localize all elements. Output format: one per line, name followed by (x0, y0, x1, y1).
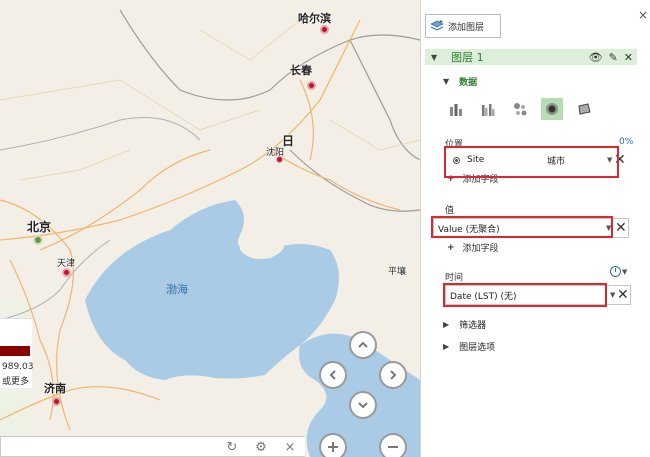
value-label: 值 (445, 206, 455, 216)
layers-icon (430, 20, 444, 31)
remove-time-field-icon[interactable]: ✕ (617, 288, 629, 302)
value-highlight (431, 216, 613, 238)
zoom-out-button[interactable] (379, 433, 407, 457)
time-settings-dropdown-icon: ▼ (622, 267, 628, 276)
add-layer-button[interactable]: 添加图层 (425, 14, 501, 38)
city-label-changchun: 长春 (290, 64, 312, 77)
chevron-up-icon (358, 341, 368, 348)
time-label: 时间 (445, 273, 464, 283)
zoom-in-button[interactable] (319, 433, 347, 457)
data-section-toggle[interactable]: ▼ 数据 (443, 75, 477, 88)
close-icon[interactable]: × (283, 441, 297, 455)
legend-color-bar (0, 346, 30, 356)
heatmap-icon (546, 103, 558, 115)
city-marker-changchun[interactable] (307, 81, 316, 90)
city-label-jinan: 济南 (44, 382, 66, 395)
pencil-icon[interactable]: ✎ (609, 51, 618, 64)
pan-right-button[interactable] (379, 361, 407, 389)
visualization-type-picker (445, 98, 595, 120)
map-canvas[interactable]: 哈尔滨 长春 日 沈阳 北京 天津 济南 平壤 渤海 989.03 或更多 ↻ … (0, 0, 420, 457)
layer-options-toggle[interactable]: ▶ 图层选项 (443, 340, 495, 353)
chevron-right-icon (390, 370, 397, 380)
delete-layer-icon[interactable]: ✕ (624, 51, 633, 64)
sea-label-bohai: 渤海 (166, 283, 188, 296)
minus-icon (388, 446, 398, 448)
city-marker-jinan[interactable] (52, 397, 61, 406)
remove-value-field-icon[interactable]: ✕ (615, 221, 627, 235)
add-field-label: 添加字段 (462, 244, 499, 254)
city-label-pingrang: 平壤 (388, 267, 407, 277)
value-add-field[interactable]: + 添加字段 (447, 241, 499, 255)
pane-close-icon[interactable]: × (638, 8, 648, 22)
stacked-column-button[interactable] (445, 98, 467, 120)
expand-triangle-icon: ▼ (443, 77, 450, 86)
layer-name[interactable]: 图层 1 (451, 49, 484, 65)
city-label-beijing: 北京 (27, 220, 52, 234)
time-dropdown-icon[interactable]: ▼ (610, 291, 615, 299)
time-settings-button[interactable]: ▼ (610, 266, 627, 277)
layer-header[interactable]: ▼ 图层 1 👁 ✎ ✕ (425, 49, 637, 65)
region-icon (578, 103, 591, 115)
filters-toggle[interactable]: ▶ 筛选器 (443, 318, 486, 331)
region-button[interactable] (573, 98, 595, 120)
city-marker-haerbin[interactable] (320, 25, 329, 34)
pan-up-button[interactable] (349, 331, 377, 359)
time-highlight (443, 283, 607, 307)
city-label-haerbin: 哈尔滨 (298, 12, 331, 25)
clustered-column-icon (482, 104, 495, 116)
city-marker-tianjin[interactable] (62, 268, 71, 277)
location-highlight (444, 146, 619, 178)
bubble-button[interactable] (509, 98, 531, 120)
filters-label: 筛选器 (459, 321, 487, 331)
chevron-down-icon (358, 402, 368, 409)
collapsed-triangle-icon: ▶ (443, 320, 450, 329)
data-section-label: 数据 (459, 78, 478, 88)
plus-icon: + (447, 242, 455, 253)
legend-max-value: 989.03 (2, 362, 34, 372)
heatmap-button[interactable] (541, 98, 563, 120)
clustered-column-button[interactable] (477, 98, 499, 120)
layer-options-label: 图层选项 (459, 343, 496, 353)
plus-icon (328, 442, 338, 452)
collapse-triangle-icon[interactable]: ▼ (431, 53, 437, 62)
pan-down-button[interactable] (349, 391, 377, 419)
eye-icon[interactable]: 👁 (589, 51, 603, 64)
bubble-icon (514, 103, 527, 116)
clock-icon (610, 266, 621, 277)
layer-pane: × 添加图层 ▼ 图层 1 👁 ✎ ✕ ▼ 数据 位置 0% Site 城市 ▼… (420, 0, 650, 457)
collapsed-triangle-icon: ▶ (443, 342, 450, 351)
add-layer-label: 添加图层 (448, 22, 485, 33)
capital-marker-beijing[interactable] (33, 235, 43, 245)
location-confidence[interactable]: 0% (619, 137, 633, 147)
gear-icon[interactable]: ⚙ (254, 441, 268, 455)
city-marker-shenyang[interactable] (276, 156, 283, 163)
stacked-column-icon (450, 104, 462, 116)
legend-more-label: 或更多 (2, 377, 30, 387)
refresh-icon[interactable]: ↻ (225, 441, 239, 455)
pan-left-button[interactable] (319, 361, 347, 389)
chevron-left-icon (329, 370, 336, 380)
